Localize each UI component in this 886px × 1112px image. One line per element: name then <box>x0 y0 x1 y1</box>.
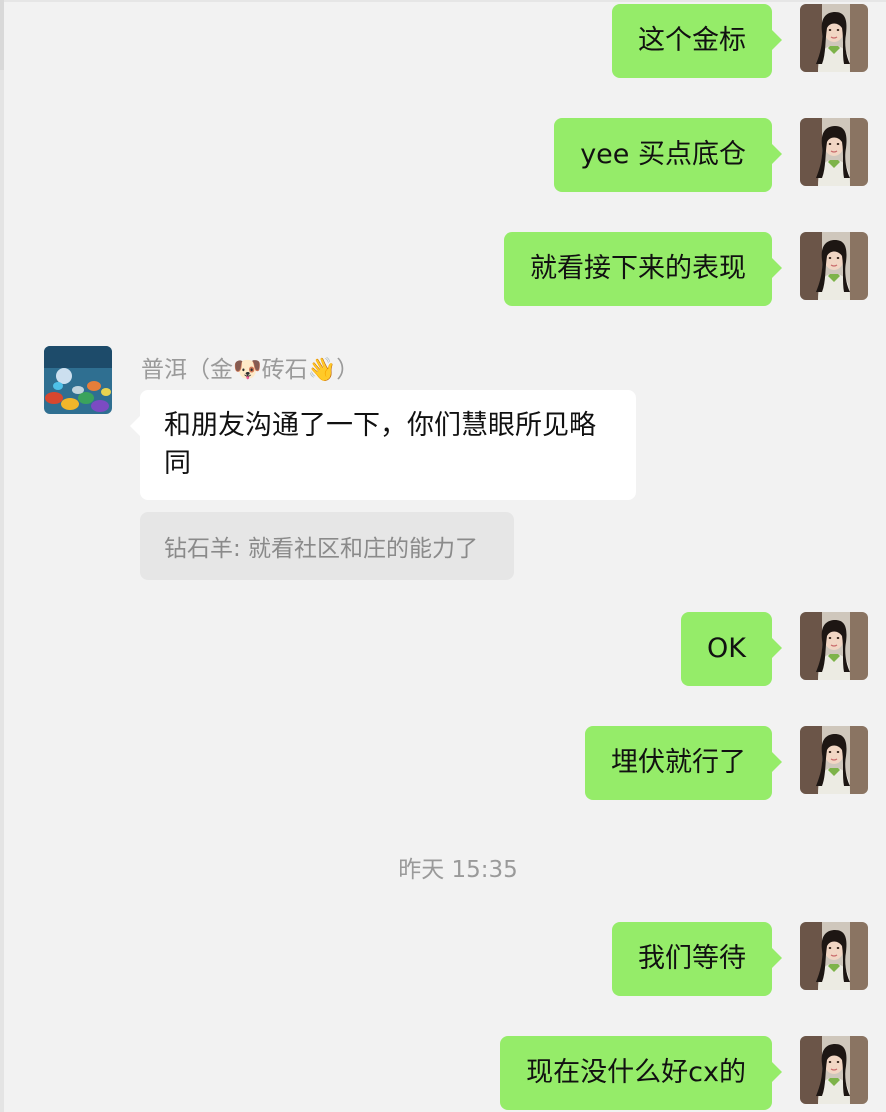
woman-portrait-avatar-icon <box>800 922 868 990</box>
message-bubble-sent[interactable]: yee 买点底仓 <box>554 118 782 192</box>
my-avatar[interactable] <box>800 612 868 680</box>
my-avatar[interactable] <box>800 922 868 990</box>
message-bubble-sent[interactable]: 就看接下来的表现 <box>504 232 782 306</box>
my-avatar[interactable] <box>800 118 868 186</box>
my-avatar[interactable] <box>800 726 868 794</box>
left-panel-edge-top <box>0 0 4 70</box>
colorful-stones-avatar-icon <box>44 346 112 414</box>
timestamp: 昨天 15:35 <box>398 857 518 883</box>
my-avatar[interactable] <box>800 232 868 300</box>
woman-portrait-avatar-icon <box>800 726 868 794</box>
woman-portrait-avatar-icon <box>800 1036 868 1104</box>
woman-portrait-avatar-icon <box>800 118 868 186</box>
sender-name: 普洱（金🐶砖石👋） <box>141 357 360 383</box>
message-bubble-sent[interactable]: 这个金标 <box>612 4 782 78</box>
left-panel-edge <box>0 0 4 1112</box>
woman-portrait-avatar-icon <box>800 612 868 680</box>
top-divider <box>0 0 886 2</box>
my-avatar[interactable] <box>800 4 868 72</box>
quoted-reply[interactable]: 钻石羊: 就看社区和庄的能力了 <box>140 512 514 580</box>
chat-window: 这个金标 yee 买点底仓 就看接下来的表现 普洱（金🐶砖石👋） 和朋友沟通了一… <box>0 0 886 1112</box>
sender-avatar[interactable] <box>44 346 112 414</box>
message-bubble-sent[interactable]: 埋伏就行了 <box>585 726 782 800</box>
message-bubble-sent[interactable]: 我们等待 <box>612 922 782 996</box>
woman-portrait-avatar-icon <box>800 4 868 72</box>
my-avatar[interactable] <box>800 1036 868 1104</box>
woman-portrait-avatar-icon <box>800 232 868 300</box>
message-bubble-sent[interactable]: 现在没什么好cx的 <box>500 1036 782 1110</box>
message-bubble-sent[interactable]: OK <box>681 612 782 686</box>
message-bubble-received[interactable]: 和朋友沟通了一下，你们慧眼所见略同 <box>130 390 636 500</box>
